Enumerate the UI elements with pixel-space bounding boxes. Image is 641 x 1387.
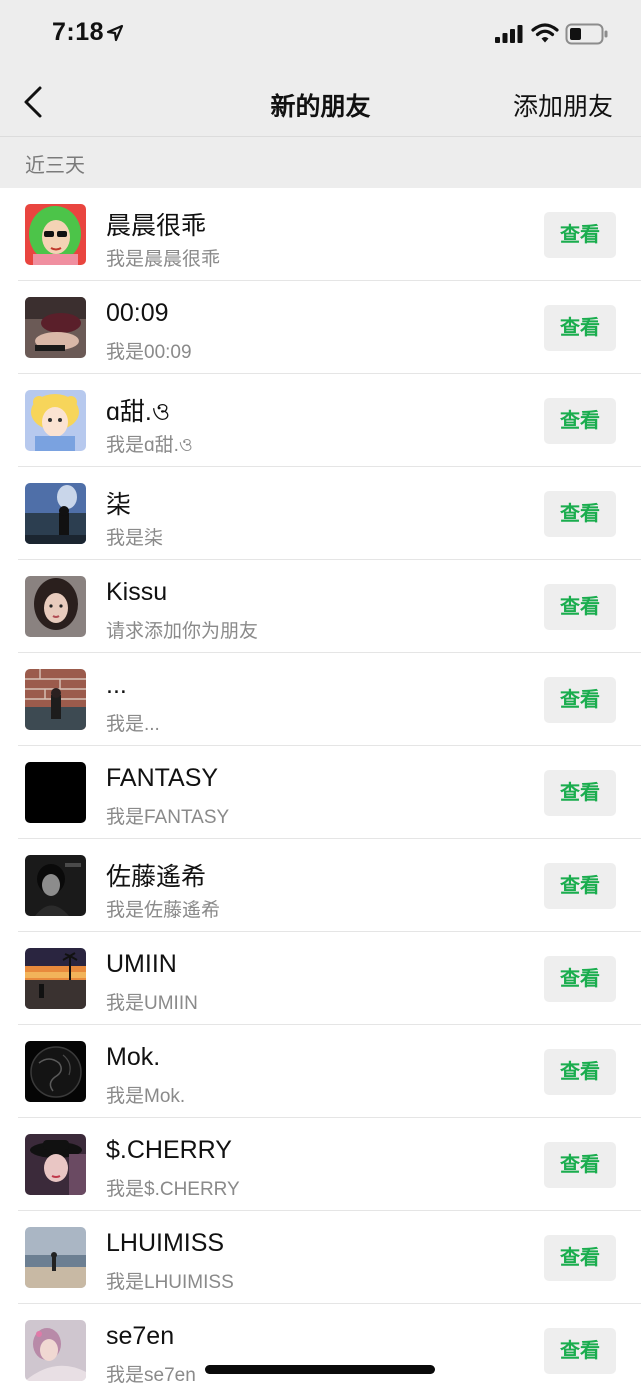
avatar[interactable] [25, 204, 86, 265]
bw-portrait-avatar-icon [25, 855, 86, 916]
pastel-portrait-avatar-icon [25, 1320, 86, 1381]
status-bar: 7:18 [0, 0, 641, 70]
friend-request-row[interactable]: 00:09 我是00:09 查看 [0, 281, 641, 374]
request-message: 我是UMIIN [106, 993, 198, 1014]
avatar[interactable] [25, 1134, 86, 1195]
request-message: 我是ɑ甜.ও [106, 435, 193, 456]
new-friends-screen: 7:18 新的朋友 添加朋友 近三天 晨晨很乖 我是晨晨很乖 查看 00:09 … [0, 0, 641, 1387]
friend-request-row[interactable]: LHUIMISS 我是LHUIMISS 查看 [0, 1211, 641, 1304]
contact-name: 柒 [106, 491, 132, 519]
avatar[interactable] [25, 669, 86, 730]
contact-name: 晨晨很乖 [106, 212, 207, 240]
avatar[interactable] [25, 483, 86, 544]
home-indicator [205, 1365, 435, 1374]
sunset-avatar-icon [25, 948, 86, 1009]
view-button[interactable]: 查看 [544, 770, 616, 816]
hat-portrait-avatar-icon [25, 1134, 86, 1195]
wifi-icon [531, 23, 559, 43]
contact-name: FANTASY [106, 764, 219, 792]
brick-wall-avatar-icon [25, 669, 86, 730]
cartoon-green-hair-avatar-icon [25, 204, 86, 265]
contact-name: se7en [106, 1322, 175, 1350]
friend-request-row[interactable]: UMIIN 我是UMIIN 查看 [0, 932, 641, 1025]
anime-girl-avatar-icon [25, 390, 86, 451]
friend-request-row[interactable]: Kissu 请求添加你为朋友 查看 [0, 560, 641, 653]
black-avatar-icon [25, 762, 86, 823]
view-button[interactable]: 查看 [544, 1328, 616, 1374]
photo-avatar-icon [25, 297, 86, 358]
battery-icon [565, 23, 608, 45]
contact-name: ... [106, 671, 127, 699]
view-button[interactable]: 查看 [544, 398, 616, 444]
friend-request-row[interactable]: ... 我是... 查看 [0, 653, 641, 746]
avatar[interactable] [25, 390, 86, 451]
friend-request-list: 晨晨很乖 我是晨晨很乖 查看 00:09 我是00:09 查看 ɑ甜.ও 我是ɑ… [0, 188, 641, 1387]
avatar[interactable] [25, 1227, 86, 1288]
avatar[interactable] [25, 762, 86, 823]
avatar[interactable] [25, 948, 86, 1009]
cellular-signal-icon [495, 25, 523, 43]
friend-request-row[interactable]: ɑ甜.ও 我是ɑ甜.ও 查看 [0, 374, 641, 467]
city-view-avatar-icon [25, 483, 86, 544]
contact-name: Mok. [106, 1043, 161, 1071]
view-button[interactable]: 查看 [544, 1142, 616, 1188]
avatar[interactable] [25, 1320, 86, 1381]
friend-request-row[interactable]: Mok. 我是Mok. 查看 [0, 1025, 641, 1118]
avatar[interactable] [25, 297, 86, 358]
request-message: 我是... [106, 714, 160, 735]
portrait-avatar-icon [25, 576, 86, 637]
contact-name: Kissu [106, 578, 168, 606]
request-message: 我是00:09 [106, 342, 192, 363]
section-header: 近三天 [0, 137, 641, 187]
dark-globe-avatar-icon [25, 1041, 86, 1102]
view-button[interactable]: 查看 [544, 1235, 616, 1281]
contact-name: $.CHERRY [106, 1136, 232, 1164]
request-message: 我是佐藤遙希 [106, 900, 221, 921]
view-button[interactable]: 查看 [544, 584, 616, 630]
contact-name: UMIIN [106, 950, 177, 978]
avatar[interactable] [25, 1041, 86, 1102]
friend-request-row[interactable]: $.CHERRY 我是$.CHERRY 查看 [0, 1118, 641, 1211]
friend-request-row[interactable]: 柒 我是柒 查看 [0, 467, 641, 560]
beach-avatar-icon [25, 1227, 86, 1288]
view-button[interactable]: 查看 [544, 305, 616, 351]
contact-name: ɑ甜.ও [106, 398, 171, 426]
request-message: 我是LHUIMISS [106, 1272, 234, 1293]
friend-request-row[interactable]: FANTASY 我是FANTASY 查看 [0, 746, 641, 839]
location-arrow-icon [106, 24, 124, 42]
add-friend-button[interactable]: 添加朋友 [513, 87, 613, 123]
avatar[interactable] [25, 576, 86, 637]
view-button[interactable]: 查看 [544, 1049, 616, 1095]
section-label: 近三天 [25, 155, 85, 177]
request-message: 我是晨晨很乖 [106, 249, 221, 270]
request-message: 我是se7en [106, 1365, 196, 1386]
view-button[interactable]: 查看 [544, 956, 616, 1002]
friend-request-row[interactable]: 佐藤遙希 我是佐藤遙希 查看 [0, 839, 641, 932]
request-message: 我是柒 [106, 528, 164, 549]
view-button[interactable]: 查看 [544, 863, 616, 909]
nav-bar: 新的朋友 添加朋友 [0, 70, 641, 137]
view-button[interactable]: 查看 [544, 677, 616, 723]
request-message: 请求添加你为朋友 [106, 621, 259, 642]
view-button[interactable]: 查看 [544, 212, 616, 258]
contact-name: 佐藤遙希 [106, 863, 207, 891]
request-message: 我是Mok. [106, 1086, 186, 1107]
friend-request-row[interactable]: 晨晨很乖 我是晨晨很乖 查看 [0, 188, 641, 281]
status-time: 7:18 [52, 18, 105, 46]
request-message: 我是$.CHERRY [106, 1179, 240, 1200]
request-message: 我是FANTASY [106, 807, 230, 828]
contact-name: 00:09 [106, 299, 169, 327]
view-button[interactable]: 查看 [544, 491, 616, 537]
friend-request-row[interactable]: se7en 我是se7en 查看 [0, 1304, 641, 1387]
avatar[interactable] [25, 855, 86, 916]
contact-name: LHUIMISS [106, 1229, 225, 1257]
